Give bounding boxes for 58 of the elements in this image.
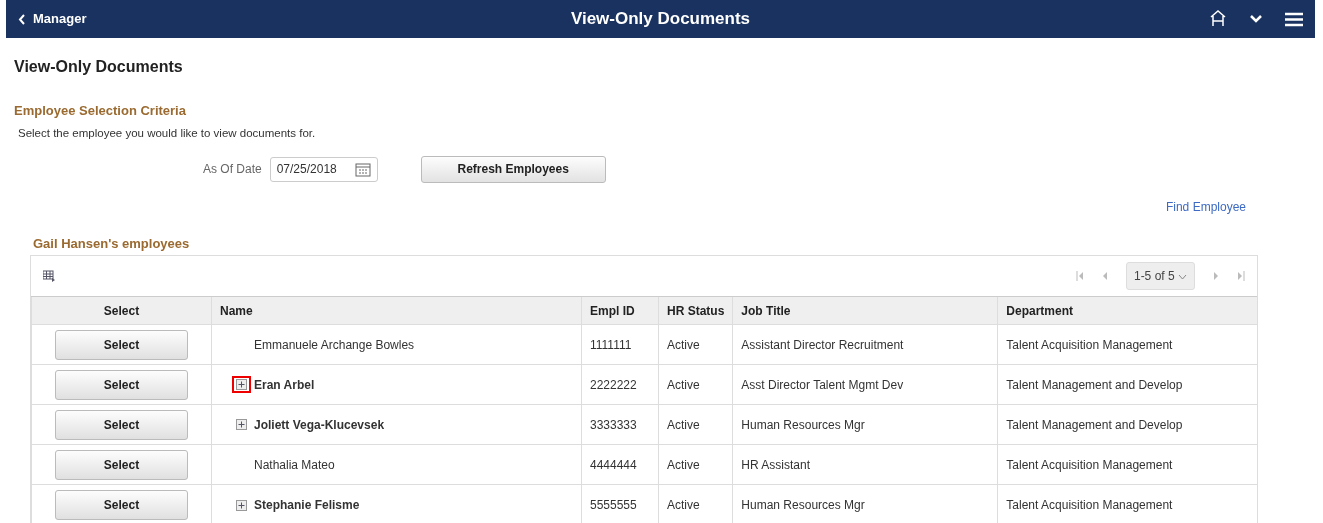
table-cell: 5555555 [581,484,659,523]
table-cell: Human Resources Mgr [732,484,998,523]
column-header: Department [997,296,1257,325]
column-header: Empl ID [581,296,659,325]
table-cell: 3333333 [581,404,659,445]
column-header: Select [31,296,212,325]
employee-name: Joliett Vega-Klucevsek [254,416,385,434]
table-cell: Talent Acquisition Management [997,444,1257,485]
refresh-employees-button[interactable]: Refresh Employees [420,155,606,183]
dropdown-caret-icon [1178,274,1187,281]
select-button[interactable]: Select [55,449,188,480]
table-cell: Talent Management and Develop [997,364,1257,405]
select-button[interactable]: Select [55,490,188,520]
column-header: Name [211,296,582,325]
home-icon[interactable] [1209,9,1227,29]
date-label: As Of Date [203,161,262,179]
table-cell: 2222222 [581,364,659,405]
column-header: Job Title [732,296,998,325]
table-cell: Talent Acquisition Management [997,324,1257,365]
section-heading: Employee Selection Criteria [14,102,187,120]
calendar-icon[interactable] [354,161,371,177]
table-cell: Assistant Director Recruitment [732,324,998,365]
table-cell: Active [658,324,733,365]
table-cell: Asst Director Talent Mgmt Dev [732,364,998,405]
employee-name: Nathalia Mateo [254,456,335,474]
plus-icon [236,499,247,511]
select-button[interactable]: Select [55,369,188,400]
expand-button[interactable] [232,376,251,394]
select-button[interactable]: Select [55,409,188,440]
table-cell: Talent Management and Develop [997,404,1257,445]
grid-settings-icon[interactable] [43,270,56,283]
date-field[interactable]: 07/25/2018 [269,156,378,182]
page-title: View-Only Documents [14,57,184,77]
table-cell: 4444444 [581,444,659,485]
find-employee-link[interactable]: Find Employee [1165,199,1246,214]
chevron-left-icon [18,13,25,25]
table-cell: Active [658,404,733,445]
menu-icon[interactable] [1285,11,1303,27]
employee-name: Stephanie Felisme [254,497,360,514]
table-cell: HR Assistant [732,444,998,485]
page-range-dropdown[interactable]: 1-5 of 5 [1125,262,1195,291]
table-cell: Active [658,364,733,405]
back-button[interactable]: Manager [18,9,87,29]
table-cell: 1111111 [581,324,659,365]
table-cell: Active [658,444,733,485]
select-button[interactable]: Select [55,329,188,360]
table-cell: Talent Acquisition Management [997,484,1257,523]
chevron-down-icon[interactable] [1249,14,1263,24]
employee-name: Eran Arbel [254,376,315,394]
plus-icon [236,379,247,391]
table-cell: Human Resources Mgr [732,404,998,445]
column-header: HR Status [658,296,733,325]
employee-name: Emmanuele Archange Bowles [254,336,415,354]
grid-title: Gail Hansen's employees [33,234,191,253]
banner-title: View-Only Documents [570,8,751,31]
table-cell: Active [658,484,733,523]
instruction-text: Select the employee you would like to view documents for. [18,125,317,141]
plus-icon [236,419,247,431]
